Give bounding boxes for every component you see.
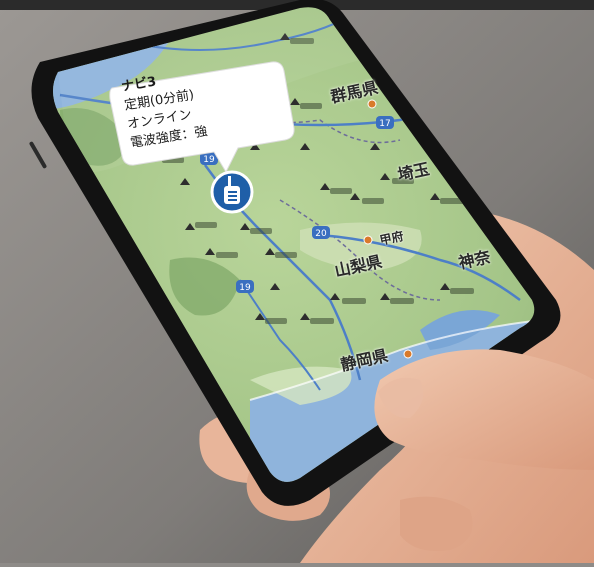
route-shield-19b: 19	[236, 280, 254, 293]
svg-text:20: 20	[315, 229, 327, 239]
route-shield-17: 17	[376, 116, 394, 129]
scene-illustration: 19 19 20 17	[0, 0, 594, 563]
city-dot-kofu	[363, 235, 373, 245]
device-marker[interactable]	[210, 170, 254, 214]
city-dot-shizuoka	[403, 349, 413, 359]
route-shield-20: 20	[312, 226, 330, 239]
svg-text:19: 19	[239, 283, 251, 293]
photo-scene: 19 19 20 17 ナビ3 定期(0分前) オンライン 電波強度：強 群馬県…	[0, 0, 594, 563]
svg-text:19: 19	[203, 155, 215, 165]
svg-text:17: 17	[379, 119, 390, 129]
city-dot-gunma	[367, 99, 377, 109]
